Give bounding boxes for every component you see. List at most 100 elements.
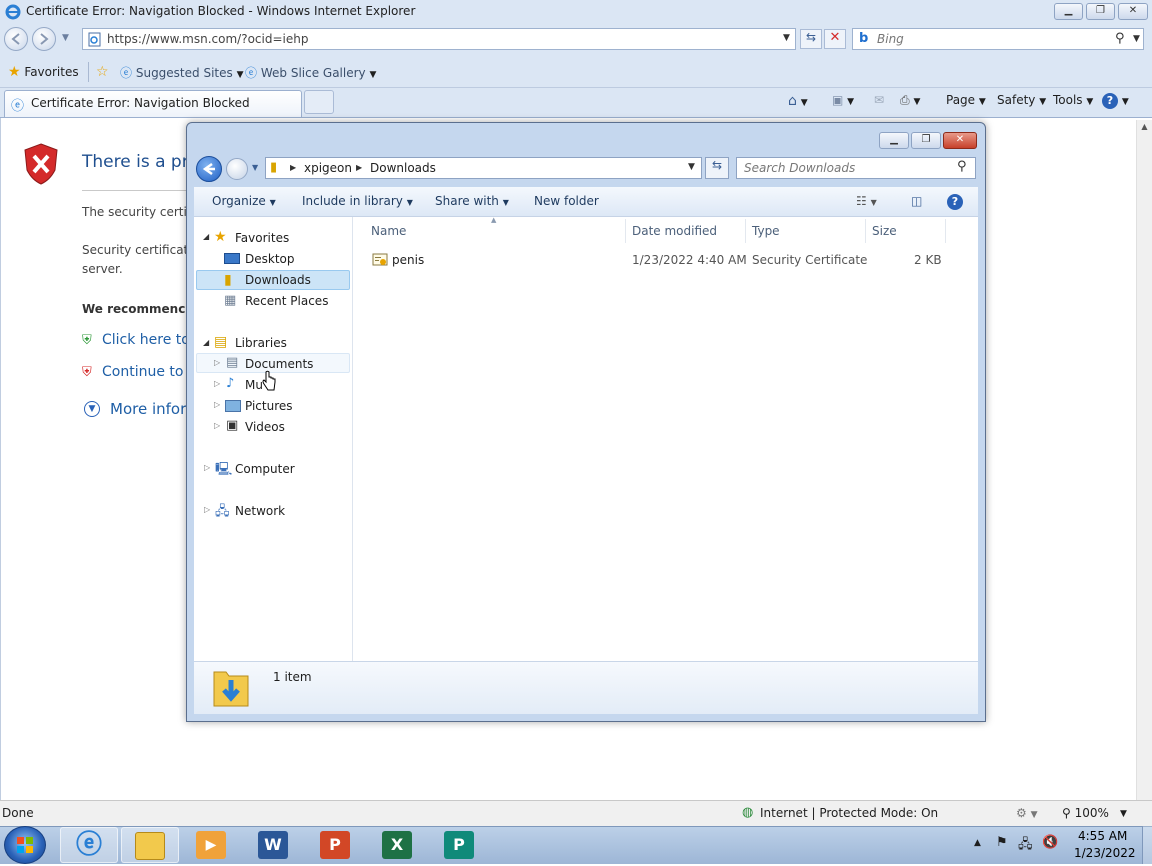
column-separator[interactable] <box>625 219 626 243</box>
share-with-button[interactable]: Share with ▼ <box>435 194 509 208</box>
vertical-scrollbar[interactable]: ▲ <box>1136 120 1152 800</box>
recent-pages-dropdown[interactable]: ▼ <box>62 33 69 43</box>
new-folder-button[interactable]: New folder <box>534 194 599 208</box>
breadcrumb-downloads[interactable]: Downloads <box>370 161 436 175</box>
taskbar-media-player[interactable]: ▶ <box>182 827 240 863</box>
organize-button[interactable]: Organize ▼ <box>212 194 276 208</box>
nav-documents[interactable]: Documents <box>245 357 313 371</box>
explorer-refresh-button[interactable]: ⇆ <box>705 157 729 179</box>
expand-arrow-icon[interactable]: ▷ <box>214 379 220 388</box>
nav-downloads[interactable]: Downloads <box>245 273 311 287</box>
help-button[interactable]: ? ▼ <box>1102 93 1129 109</box>
collapse-arrow-icon[interactable]: ◢ <box>203 232 209 241</box>
address-input[interactable]: https://www.msn.com/?ocid=iehp <box>107 32 308 46</box>
home-button[interactable]: ⌂ ▼ <box>788 93 808 109</box>
refresh-button[interactable]: ⇆ <box>800 29 822 49</box>
explorer-maximize-button[interactable]: ❐ <box>911 132 941 149</box>
suggested-sites-link[interactable]: ⓔ Suggested Sites ▼ <box>120 64 244 81</box>
column-type[interactable]: Type <box>752 224 780 238</box>
explorer-search-input[interactable]: Search Downloads <box>744 161 855 175</box>
file-name[interactable]: penis <box>392 253 424 267</box>
scroll-up-arrow[interactable]: ▲ <box>1137 122 1152 131</box>
security-zone[interactable]: Internet | Protected Mode: On <box>760 806 938 820</box>
explorer-close-button[interactable]: ✕ <box>943 132 977 149</box>
breadcrumb-xpigeon[interactable]: xpigeon <box>304 161 352 175</box>
column-separator[interactable] <box>745 219 746 243</box>
taskbar-publisher[interactable]: P <box>430 827 488 863</box>
address-dropdown[interactable]: ▼ <box>783 33 790 43</box>
search-box[interactable]: b Bing ⚲ ▼ <box>852 28 1144 50</box>
explorer-history-dropdown[interactable]: ▼ <box>252 163 258 172</box>
preview-pane-button[interactable]: ◫ <box>911 194 922 208</box>
nav-videos[interactable]: Videos <box>245 420 285 434</box>
expand-arrow-icon[interactable]: ▷ <box>214 400 220 409</box>
nav-computer[interactable]: Computer <box>235 462 295 476</box>
explorer-back-button[interactable] <box>196 156 222 182</box>
column-date-modified[interactable]: Date modified <box>632 224 717 238</box>
taskbar-word[interactable]: W <box>244 827 302 863</box>
taskbar-internet-explorer[interactable]: ⓔ <box>60 827 118 863</box>
expand-icon[interactable]: ▼ <box>84 401 100 417</box>
clock-date[interactable]: 1/23/2022 <box>1074 846 1136 860</box>
explorer-minimize-button[interactable]: ▁ <box>879 132 909 149</box>
address-bar[interactable]: https://www.msn.com/?ocid=iehp ▼ <box>82 28 796 50</box>
include-in-library-button[interactable]: Include in library ▼ <box>302 194 413 208</box>
add-to-favorites-bar-button[interactable]: ☆ <box>96 64 109 80</box>
nav-pictures[interactable]: Pictures <box>245 399 293 413</box>
zoom-dropdown[interactable]: ▼ <box>1120 809 1127 819</box>
taskbar-powerpoint[interactable]: P <box>306 827 364 863</box>
nav-libraries[interactable]: Libraries <box>235 336 287 350</box>
explorer-help-button[interactable]: ? <box>947 194 963 210</box>
nav-favorites[interactable]: Favorites <box>235 231 289 245</box>
address-dropdown[interactable]: ▼ <box>688 162 695 172</box>
print-button[interactable]: ⎙ ▼ <box>900 93 920 108</box>
action-center-flag-icon[interactable]: ⚑ <box>996 835 1008 850</box>
globe-icon: ◍ <box>742 805 754 820</box>
taskbar-excel[interactable]: X <box>368 827 426 863</box>
explorer-search-box[interactable]: Search Downloads ⚲ <box>736 157 976 179</box>
column-separator[interactable] <box>865 219 866 243</box>
minimize-button[interactable]: ▁ <box>1054 3 1083 20</box>
nav-recent-places[interactable]: Recent Places <box>245 294 328 308</box>
close-button[interactable]: ✕ <box>1118 3 1148 20</box>
search-input[interactable]: Bing <box>877 32 904 46</box>
forward-button[interactable] <box>32 27 56 51</box>
change-view-button[interactable]: ☷ ▼ <box>856 194 877 208</box>
expand-arrow-icon[interactable]: ▷ <box>214 421 220 430</box>
expand-arrow-icon[interactable]: ▷ <box>214 358 220 367</box>
taskbar-windows-explorer[interactable] <box>121 827 179 863</box>
show-hidden-icons-button[interactable]: ▲ <box>974 838 981 848</box>
start-button[interactable] <box>4 826 46 864</box>
back-button[interactable] <box>4 27 28 51</box>
volume-muted-icon[interactable]: 🔇 <box>1042 835 1058 850</box>
explorer-forward-button[interactable] <box>226 158 248 180</box>
read-mail-button[interactable]: ✉ <box>874 93 884 107</box>
explorer-address-bar[interactable]: ▮ ▶ xpigeon ▶ Downloads ▼ <box>265 157 702 179</box>
search-dropdown[interactable]: ▼ <box>1133 34 1140 44</box>
show-desktop-button[interactable] <box>1142 826 1152 864</box>
column-separator[interactable] <box>945 219 946 243</box>
new-tab-button[interactable] <box>304 90 334 114</box>
expand-arrow-icon[interactable]: ▷ <box>204 505 210 514</box>
web-slice-gallery-link[interactable]: ⓔ Web Slice Gallery ▼ <box>245 64 376 81</box>
tab-certificate-error[interactable]: ⓔ Certificate Error: Navigation Blocked <box>4 90 302 117</box>
feeds-button[interactable]: ▣ ▼ <box>832 93 854 107</box>
collapse-arrow-icon[interactable]: ◢ <box>203 338 209 347</box>
zoom-button[interactable]: ⚲ 100% <box>1062 806 1109 820</box>
tools-menu[interactable]: Tools ▼ <box>1053 93 1093 107</box>
stop-button[interactable]: ✕ <box>824 29 846 49</box>
column-name[interactable]: Name <box>371 224 406 238</box>
search-icon[interactable]: ⚲ <box>1115 31 1125 46</box>
clock-time[interactable]: 4:55 AM <box>1078 829 1127 843</box>
safety-menu[interactable]: Safety ▼ <box>997 93 1046 107</box>
network-tray-icon[interactable]: 🖧 <box>1018 835 1033 857</box>
nav-desktop[interactable]: Desktop <box>245 252 295 266</box>
nav-network[interactable]: Network <box>235 504 285 518</box>
more-information-link[interactable]: More infor <box>110 400 186 418</box>
favorites-button[interactable]: ★ Favorites <box>8 64 79 80</box>
expand-arrow-icon[interactable]: ▷ <box>204 463 210 472</box>
maximize-button[interactable]: ❐ <box>1086 3 1115 20</box>
popup-blocker-icon[interactable]: ⚙ ▼ <box>1016 806 1038 820</box>
column-size[interactable]: Size <box>872 224 897 238</box>
page-menu[interactable]: Page ▼ <box>946 93 986 107</box>
